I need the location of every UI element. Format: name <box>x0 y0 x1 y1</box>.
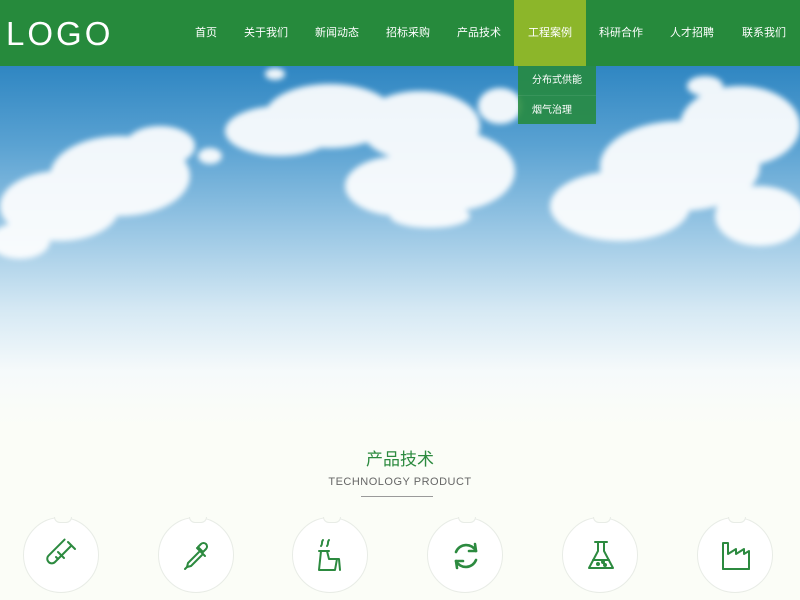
cloud-image <box>0 68 800 259</box>
product-item-1[interactable] <box>23 517 99 593</box>
nav-item-news[interactable]: 新闻动态 <box>302 0 372 66</box>
factory-icon <box>722 542 750 570</box>
dropdown-item-flue-gas-treatment[interactable]: 烟气治理 <box>518 95 596 124</box>
nav-item-research[interactable]: 科研合作 <box>586 0 656 66</box>
section-title: 产品技术 <box>366 450 434 470</box>
factory-chimney-icon <box>318 539 341 571</box>
nav-item-contact[interactable]: 联系我们 <box>728 0 800 66</box>
nav-item-products[interactable]: 产品技术 <box>444 0 514 66</box>
recycle-arrows-icon <box>454 542 478 570</box>
site-header: LOGO 首页 关于我们 新闻动态 招标采购 产品技术 工程案例 科研合作 人才… <box>0 0 800 66</box>
hero-banner <box>0 66 800 426</box>
nav-item-cases[interactable]: 工程案例 <box>514 0 586 66</box>
section-subtitle: TECHNOLOGY PRODUCT <box>328 476 472 488</box>
product-item-2[interactable] <box>158 517 234 593</box>
dropdown-item-distributed-energy[interactable]: 分布式供能 <box>518 66 596 95</box>
logo[interactable]: LOGO <box>6 14 113 54</box>
nav-item-careers[interactable]: 人才招聘 <box>656 0 728 66</box>
product-item-6[interactable] <box>697 517 773 593</box>
section-divider <box>361 496 433 497</box>
main-nav: 首页 关于我们 新闻动态 招标采购 产品技术 工程案例 科研合作 人才招聘 联系… <box>182 0 800 66</box>
nav-item-about[interactable]: 关于我们 <box>230 0 302 66</box>
cases-dropdown-menu: 分布式供能 烟气治理 <box>518 66 596 124</box>
product-item-5[interactable] <box>562 517 638 593</box>
flask-icon <box>588 541 614 569</box>
product-item-3[interactable] <box>292 517 368 593</box>
product-icon-row <box>0 517 800 600</box>
test-tube-icon <box>46 538 76 565</box>
product-item-4[interactable] <box>427 517 503 593</box>
dropper-icon <box>184 541 209 570</box>
nav-item-procurement[interactable]: 招标采购 <box>372 0 444 66</box>
nav-item-home[interactable]: 首页 <box>182 0 230 66</box>
